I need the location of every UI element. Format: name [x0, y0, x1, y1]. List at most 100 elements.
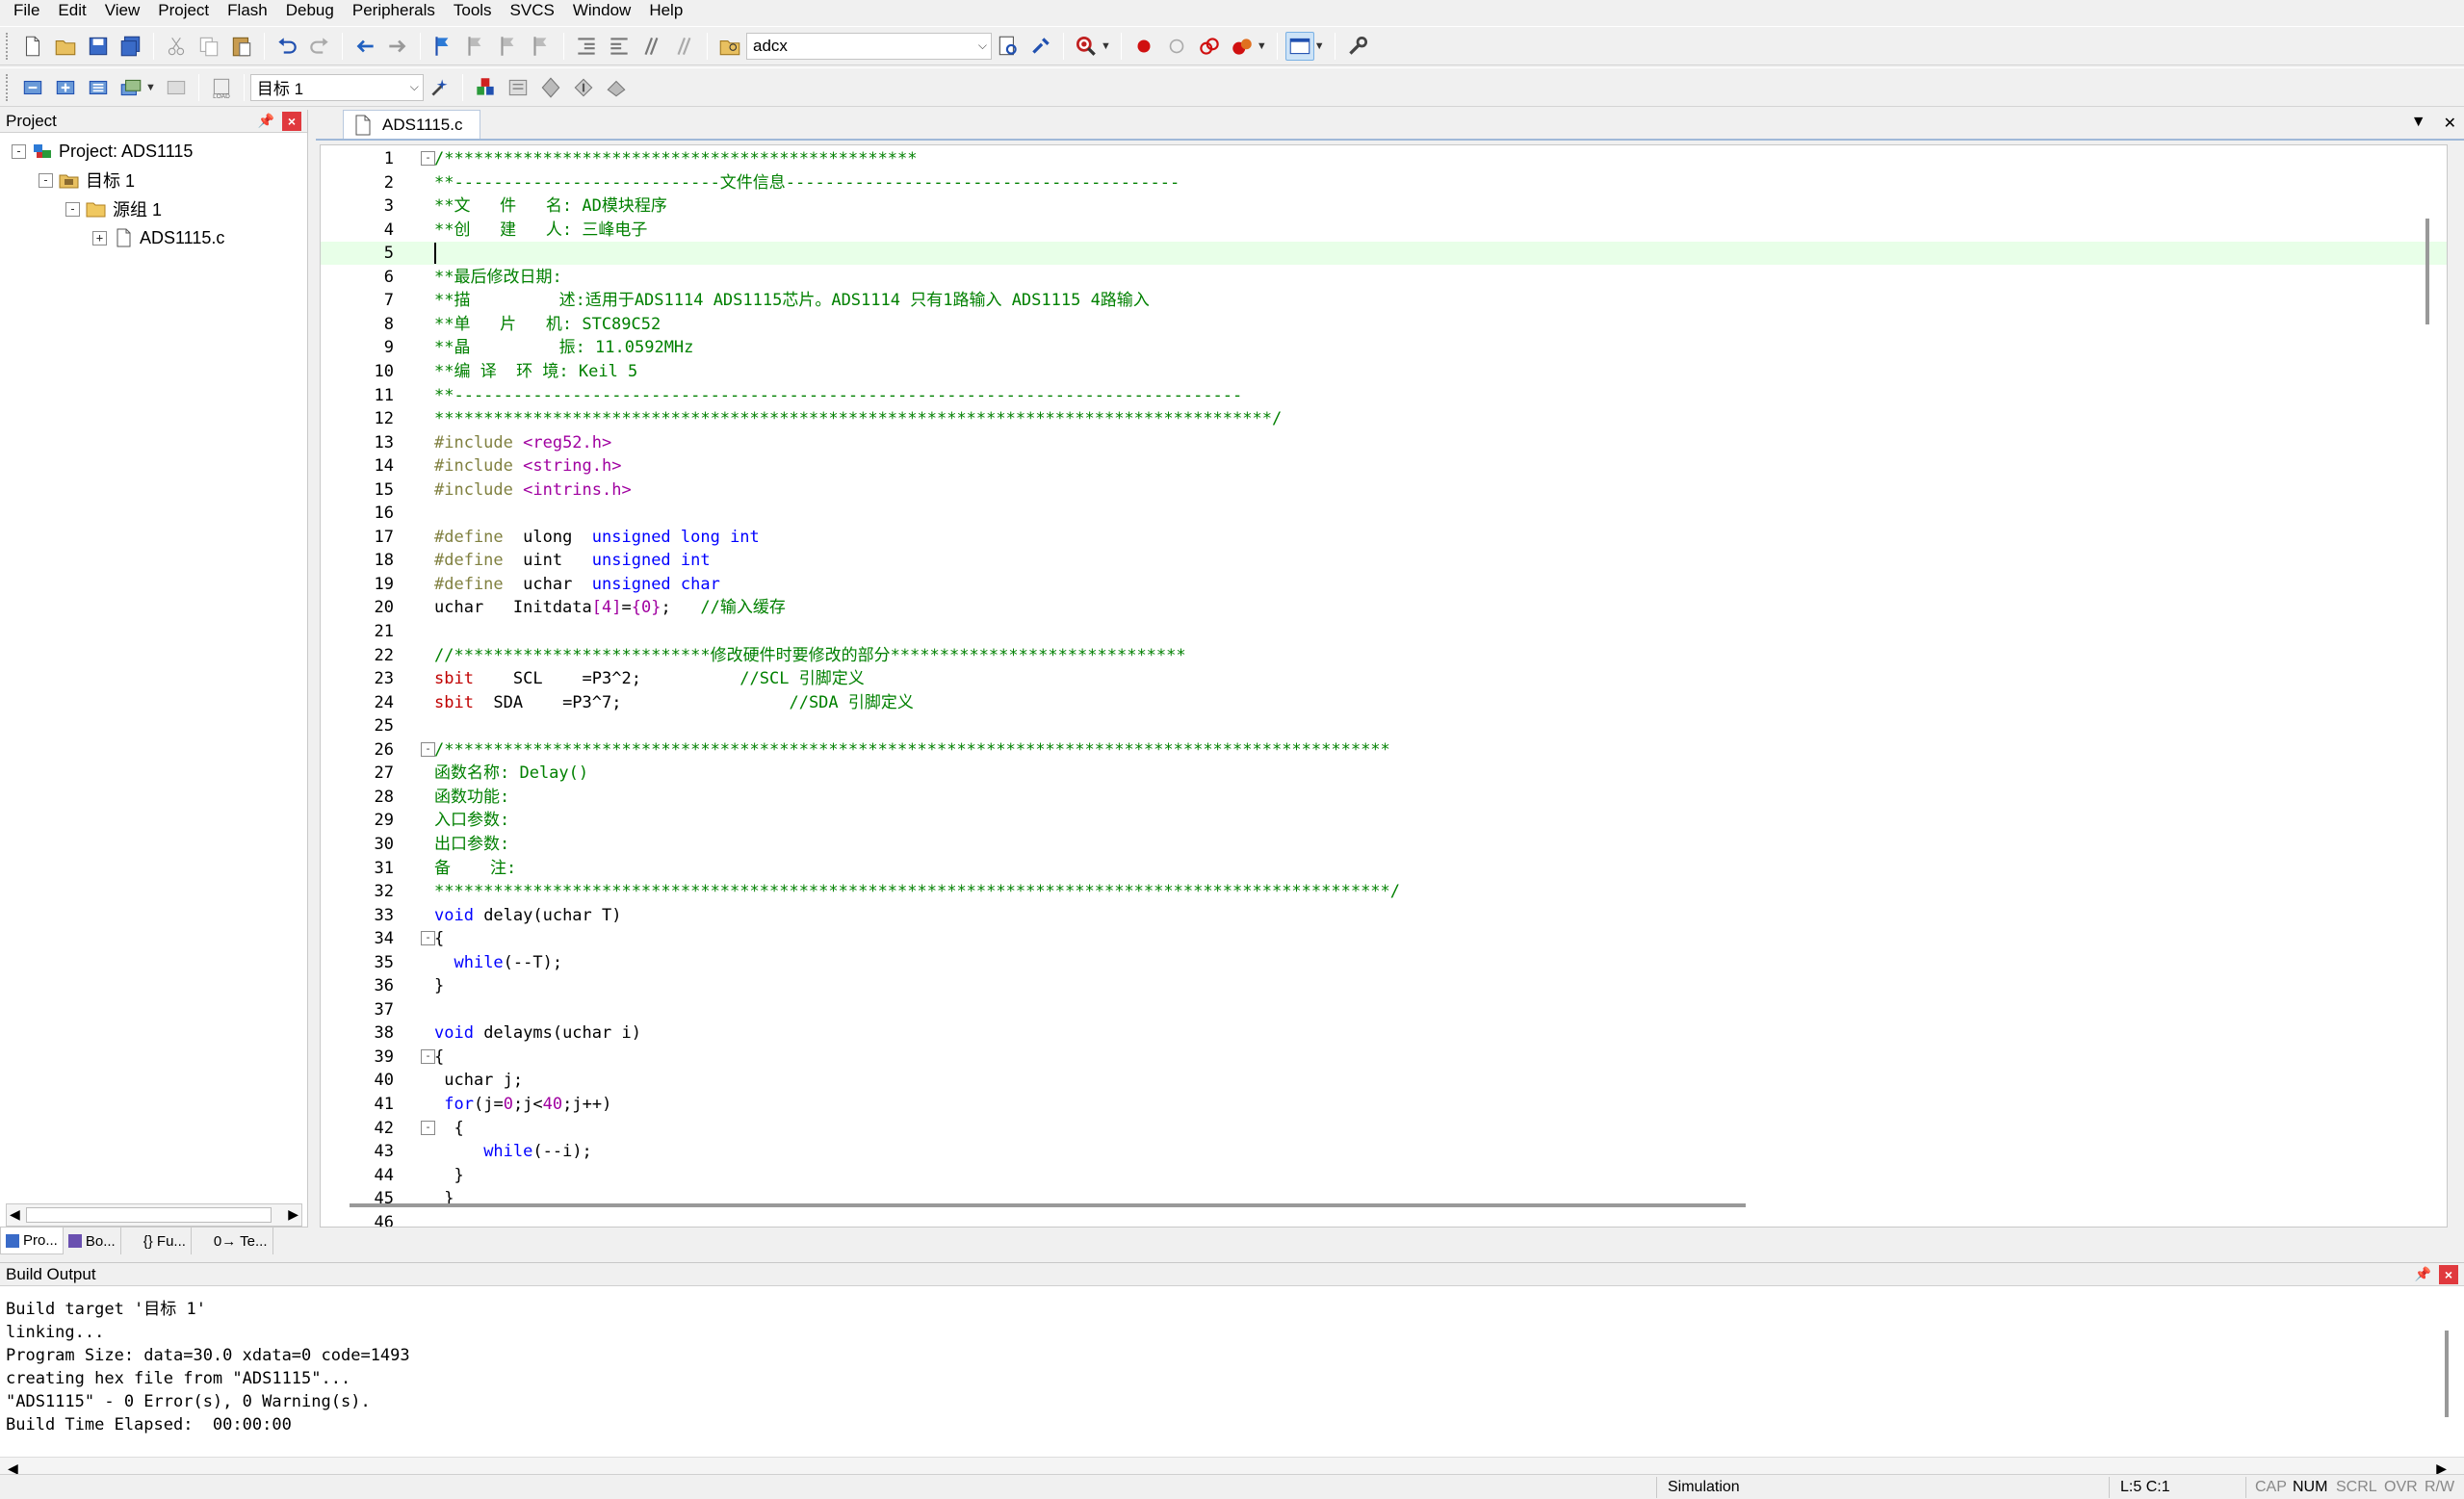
nav-back-button[interactable] [350, 32, 379, 61]
panel-tab-templates-tab[interactable]: 0→ Te... [192, 1228, 273, 1254]
code-line[interactable]: 14 #include <string.h> [321, 454, 2447, 478]
copy-button[interactable] [195, 32, 223, 61]
code-line[interactable]: 35 while(--T); [321, 951, 2447, 974]
tree-node[interactable]: - Project: ADS1115 [0, 137, 307, 166]
uncomment-button[interactable] [670, 32, 699, 61]
code-line[interactable]: 11 **------------------------------------… [321, 384, 2447, 407]
menu-window[interactable]: Window [565, 0, 641, 21]
code-line[interactable]: 10 **编 译 环 境: Keil 5 [321, 360, 2447, 383]
code-line[interactable]: 12 **************************************… [321, 407, 2447, 430]
debug-session-button[interactable] [1072, 32, 1101, 61]
run-env-button[interactable] [602, 73, 631, 102]
code-line[interactable]: 43 while(--i); [321, 1140, 2447, 1163]
code-line[interactable]: 29 入口参数: [321, 809, 2447, 832]
code-line[interactable]: 1 -/*************************************… [321, 147, 2447, 170]
code-line[interactable]: 5 [321, 242, 2447, 266]
save-button[interactable] [84, 32, 113, 61]
code-line[interactable]: 6 **最后修改日期: [321, 266, 2447, 289]
fold-toggle-icon[interactable]: - [421, 1120, 435, 1135]
code-line[interactable]: 7 **描 述:适用于ADS1114 ADS1115芯片。ADS1114 只有1路… [321, 289, 2447, 312]
menu-edit[interactable]: Edit [50, 0, 96, 21]
pack-installer-button[interactable] [569, 73, 598, 102]
dropdown-arrow-icon[interactable]: ▼ [145, 82, 156, 93]
incremental-find-button[interactable] [1026, 32, 1055, 61]
code-line[interactable]: 24 sbit SDA =P3^7; //SDA 引脚定义 [321, 691, 2447, 714]
translate-button[interactable] [18, 73, 47, 102]
pin-icon[interactable]: 📌 [2415, 1266, 2431, 1282]
stop-build-button[interactable] [162, 73, 191, 102]
menu-svcs[interactable]: SVCS [503, 0, 565, 21]
file-extensions-button[interactable] [471, 73, 500, 102]
undo-button[interactable] [272, 32, 301, 61]
horizontal-scrollbar[interactable] [350, 1203, 1746, 1207]
code-line[interactable]: 20 uchar Initdata[4]={0}; //输入缓存 [321, 596, 2447, 619]
code-line[interactable]: 9 **晶 振: 11.0592MHz [321, 336, 2447, 359]
code-line[interactable]: 42 - { [321, 1117, 2447, 1140]
open-file-button[interactable] [51, 32, 80, 61]
fold-toggle-icon[interactable]: - [421, 741, 435, 757]
manage-rte-button[interactable] [504, 73, 532, 102]
toolbar-grip[interactable] [6, 73, 12, 101]
menu-help[interactable]: Help [641, 0, 693, 21]
code-line[interactable]: 34 -{ [321, 927, 2447, 950]
code-line[interactable]: 2 **---------------------------文件信息------… [321, 171, 2447, 194]
next-bookmark-button[interactable] [494, 32, 523, 61]
horizontal-scrollbar[interactable]: ◀ ▶ [6, 1203, 302, 1227]
scroll-left-icon[interactable]: ◀ [10, 1206, 20, 1223]
panel-tab-books-tab[interactable]: Bo... [64, 1228, 121, 1254]
scrollbar-thumb[interactable] [26, 1207, 272, 1223]
enable-breakpoint-button[interactable] [1162, 32, 1191, 61]
code-line[interactable]: 36} [321, 974, 2447, 997]
tree-node[interactable]: + ADS1115.c [0, 223, 307, 252]
menu-project[interactable]: Project [150, 0, 220, 21]
code-line[interactable]: 46 [321, 1211, 2447, 1227]
code-line[interactable]: 44 } [321, 1164, 2447, 1187]
tab-list-icon[interactable]: ▼ [2411, 114, 2426, 133]
disable-all-breakpoints-button[interactable] [1195, 32, 1224, 61]
close-icon[interactable]: × [282, 111, 301, 131]
code-line[interactable]: 15 #include <intrins.h> [321, 478, 2447, 502]
dropdown-arrow-icon[interactable]: ▼ [1257, 40, 1267, 52]
fold-toggle-icon[interactable]: - [421, 1048, 435, 1064]
code-line[interactable]: 39 -{ [321, 1046, 2447, 1069]
find-combo[interactable]: adcx ⌵ [746, 32, 992, 60]
comment-button[interactable] [637, 32, 666, 61]
select-packs-button[interactable] [536, 73, 565, 102]
code-line[interactable]: 27 函数名称: Delay() [321, 762, 2447, 785]
dropdown-arrow-icon[interactable]: ▼ [1101, 40, 1111, 52]
paste-button[interactable] [227, 32, 256, 61]
scroll-right-icon[interactable]: ▶ [288, 1206, 298, 1223]
code-line[interactable]: 3 **文 件 名: AD模块程序 [321, 194, 2447, 218]
indent-button[interactable] [572, 32, 601, 61]
window-layout-button[interactable] [1284, 31, 1314, 61]
code-line[interactable]: 13 #include <reg52.h> [321, 431, 2447, 454]
code-line[interactable]: 37 [321, 998, 2447, 1021]
menu-debug[interactable]: Debug [278, 0, 345, 21]
code-line[interactable]: 28 函数功能: [321, 786, 2447, 809]
code-line[interactable]: 21 [321, 620, 2447, 643]
code-line[interactable]: 41 for(j=0;j<40;j++) [321, 1093, 2447, 1116]
find-in-files-button[interactable] [715, 32, 744, 61]
menu-view[interactable]: View [97, 0, 151, 21]
configure-button[interactable] [1343, 32, 1372, 61]
menu-peripherals[interactable]: Peripherals [345, 0, 446, 21]
dropdown-arrow-icon[interactable]: ▼ [1314, 40, 1325, 52]
cut-button[interactable] [162, 32, 191, 61]
batch-build-button[interactable] [117, 73, 145, 102]
collapse-icon[interactable]: - [12, 143, 26, 159]
target-select[interactable]: 目标 1 ⌵ [249, 73, 424, 101]
code-line[interactable]: 32 **************************************… [321, 880, 2447, 903]
redo-button[interactable] [305, 32, 334, 61]
file-tab[interactable]: ADS1115.c [343, 110, 481, 139]
prev-bookmark-button[interactable] [461, 32, 490, 61]
fold-toggle-icon[interactable]: - [421, 151, 435, 166]
code-line[interactable]: 18 #define uint unsigned int [321, 549, 2447, 572]
code-line[interactable]: 33 void delay(uchar T) [321, 904, 2447, 927]
close-tab-icon[interactable]: ✕ [2444, 114, 2456, 133]
insert-bookmark-button[interactable] [428, 32, 457, 61]
panel-tab-project-tab[interactable]: Pro... [0, 1228, 64, 1254]
unindent-button[interactable] [605, 32, 634, 61]
tree-node[interactable]: - 目标 1 [0, 166, 307, 194]
menu-tools[interactable]: Tools [446, 0, 503, 21]
collapse-icon[interactable]: - [39, 172, 53, 188]
